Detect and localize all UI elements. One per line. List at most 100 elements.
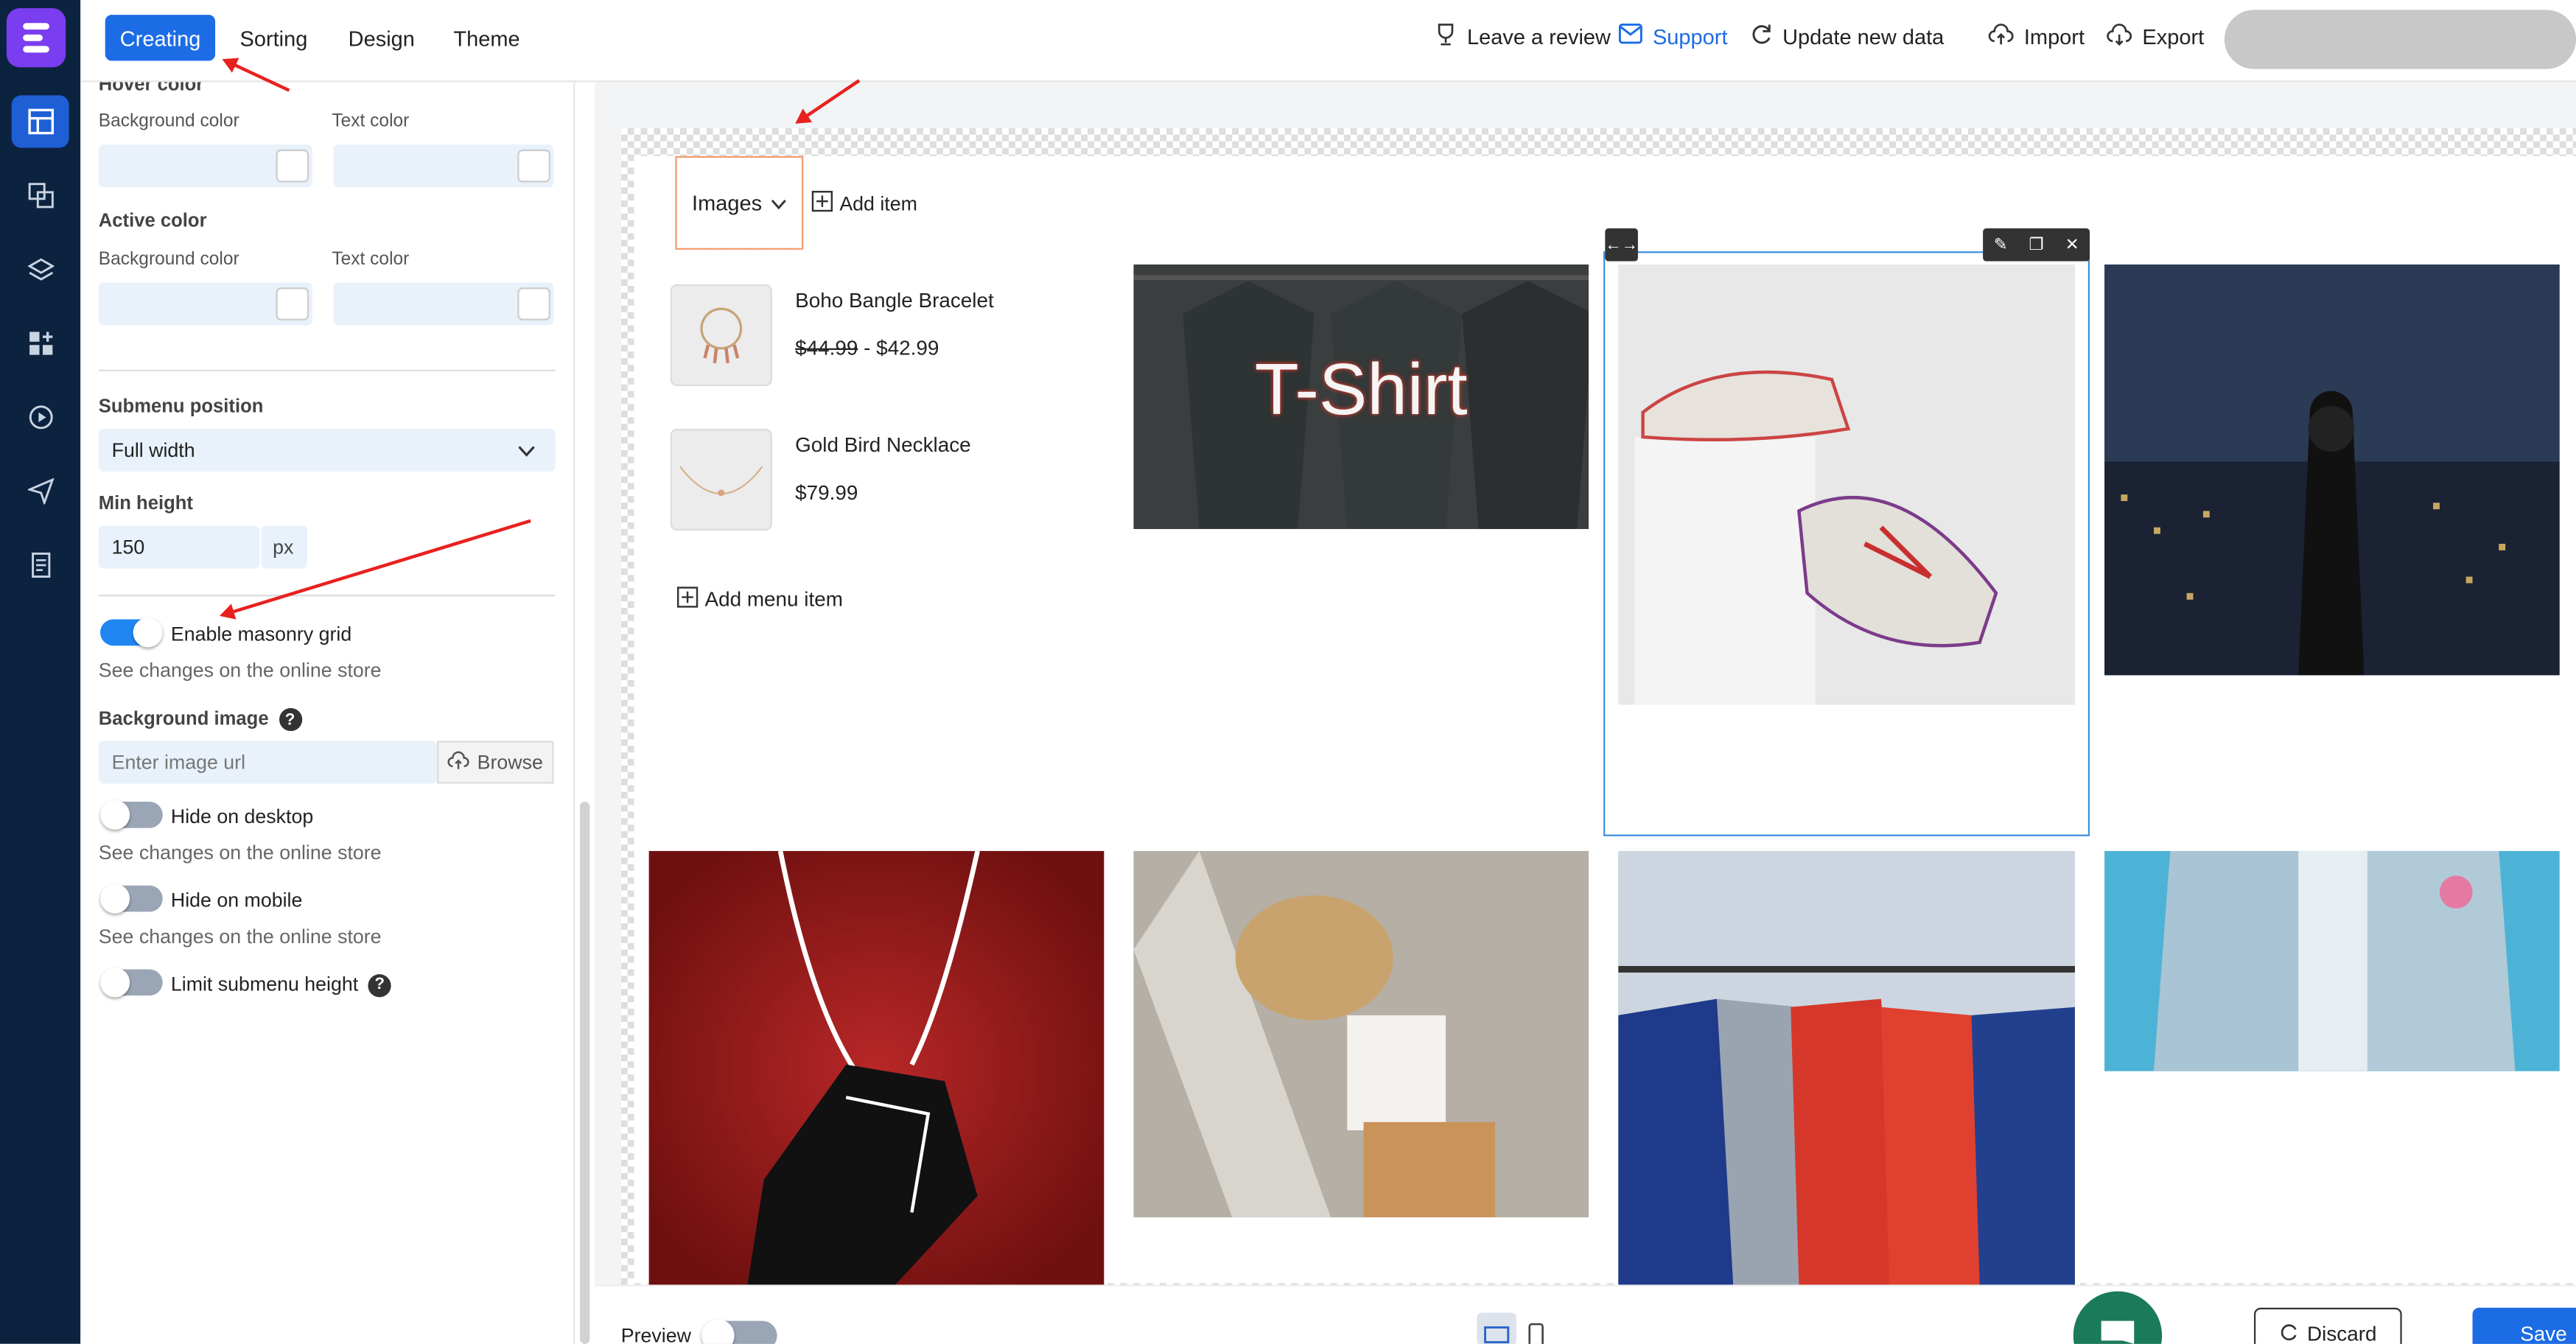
min-height-input[interactable]: 150 (98, 525, 260, 569)
import-link[interactable]: Import (1988, 23, 2085, 51)
toggle-knob (133, 617, 163, 648)
translate-icon[interactable] (12, 169, 69, 222)
cloud-upload-icon (1988, 23, 2015, 51)
play-icon[interactable] (12, 391, 69, 444)
product-thumb-necklace[interactable] (670, 428, 772, 531)
hide-mobile-toggle[interactable] (100, 883, 163, 914)
edit-pencil-icon[interactable]: ✎ (1994, 236, 2008, 254)
layers-icon[interactable] (12, 243, 69, 295)
update-data-label: Update new data (1782, 24, 1945, 49)
plus-square-icon (811, 190, 833, 217)
active-bg-label: Background color (98, 249, 239, 270)
product-thumb-bracelet[interactable] (670, 284, 772, 386)
leave-review-label: Leave a review (1467, 24, 1611, 49)
mobile-view-icon[interactable] (1526, 1321, 1546, 1344)
submenu-position-value: Full width (111, 438, 195, 462)
tab-theme[interactable]: Theme (438, 15, 534, 60)
menu-item-images[interactable]: Images (675, 155, 804, 250)
tab-creating[interactable]: Creating (105, 15, 216, 61)
hover-text-swatch[interactable] (517, 149, 550, 183)
desktop-view-icon[interactable] (1477, 1312, 1516, 1344)
chevron-down-icon (517, 441, 536, 463)
export-link[interactable]: Export (2106, 23, 2204, 51)
app-logo-icon (6, 8, 66, 68)
help-icon[interactable]: ? (368, 973, 391, 997)
refresh-icon (2279, 1322, 2299, 1344)
divider (98, 369, 556, 371)
hover-bg-color-field[interactable] (98, 144, 312, 188)
resize-handle-icon[interactable]: ←→ (1605, 228, 1638, 262)
image-url-input[interactable]: Enter image url (98, 741, 438, 784)
divider (98, 595, 556, 597)
support-link[interactable]: Support (1618, 23, 1728, 49)
add-menu-item-label: Add menu item (704, 588, 843, 612)
active-text-swatch[interactable] (517, 287, 550, 321)
product-price: $44.99 - $42.99 (795, 337, 939, 360)
hide-desktop-note: See changes on the online store (98, 841, 382, 864)
beach-hat-image[interactable] (1133, 850, 1589, 1218)
vans-shoe-image[interactable] (648, 850, 1105, 1285)
submenu-position-select[interactable]: Full width (98, 428, 556, 472)
denim-jacket-image[interactable] (2104, 850, 2560, 1071)
product-name[interactable]: Boho Bangle Bracelet (795, 289, 994, 312)
save-button[interactable]: Save (2472, 1307, 2576, 1344)
masonry-note: See changes on the online store (98, 659, 382, 682)
tab-design[interactable]: Design (334, 15, 430, 60)
close-icon[interactable]: ✕ (2065, 236, 2079, 254)
panel-scrollbar[interactable] (580, 802, 590, 1344)
tab-sorting[interactable]: Sorting (225, 15, 322, 60)
hover-text-label: Text color (332, 111, 410, 132)
duplicate-icon[interactable]: ❐ (2029, 236, 2044, 254)
browse-button[interactable]: Browse (437, 741, 554, 784)
help-icon[interactable]: ? (278, 707, 302, 732)
hover-bg-label: Background color (98, 111, 239, 132)
tshirt-overlay-text: T-Shirt (1254, 349, 1468, 431)
block-toolbar: ✎ ❐ ✕ (1983, 228, 2090, 262)
hide-mobile-note: See changes on the online store (98, 925, 382, 948)
hover-text-color-field[interactable] (333, 144, 554, 188)
tshirt-image[interactable]: T-Shirt (1133, 264, 1589, 529)
send-icon[interactable] (12, 465, 69, 517)
chat-widget-icon[interactable] (2073, 1291, 2163, 1344)
discard-label: Discard (2307, 1322, 2377, 1344)
update-data-link[interactable]: Update new data (1750, 23, 1945, 51)
left-rail (0, 0, 81, 1344)
limit-height-label: Limit submenu height? (171, 973, 391, 997)
browse-label: Browse (477, 750, 543, 774)
toggle-knob (100, 967, 130, 998)
add-menu-item-button[interactable]: Add menu item (676, 587, 843, 613)
product-name[interactable]: Gold Bird Necklace (795, 434, 971, 457)
layout-icon[interactable] (11, 95, 69, 148)
trophy-icon (1434, 23, 1457, 51)
submenu-position-label: Submenu position (98, 397, 264, 418)
discard-button[interactable]: Discard (2254, 1307, 2402, 1344)
chevron-down-icon (770, 191, 786, 215)
add-item-button[interactable]: Add item (811, 190, 917, 217)
product-price: $79.99 (795, 481, 858, 505)
document-icon[interactable] (12, 539, 69, 591)
masonry-grid-toggle[interactable] (100, 617, 163, 648)
city-night-image[interactable] (2104, 264, 2560, 676)
active-text-color-field[interactable] (333, 282, 554, 326)
plus-square-icon (676, 587, 699, 613)
masonry-grid-label: Enable masonry grid (170, 623, 352, 646)
add-block-icon[interactable] (12, 317, 69, 369)
coats-rack-image[interactable] (1618, 850, 2075, 1285)
min-height-unit: px (261, 525, 307, 569)
account-menu[interactable] (2224, 10, 2576, 69)
toggle-knob (701, 1319, 735, 1344)
hover-bg-swatch[interactable] (276, 149, 309, 183)
hide-desktop-toggle[interactable] (100, 799, 163, 830)
limit-height-toggle[interactable] (100, 967, 163, 998)
active-bg-swatch[interactable] (276, 287, 309, 321)
leave-review-link[interactable]: Leave a review (1434, 23, 1611, 51)
active-bg-color-field[interactable] (98, 282, 312, 326)
preview-toggle[interactable] (701, 1319, 777, 1344)
menu-item-label: Images (692, 190, 763, 216)
mail-icon (1618, 23, 1642, 49)
settings-panel: Hover color Background color Text color … (80, 82, 575, 1344)
selected-block-frame[interactable] (1603, 251, 2090, 836)
background-image-label: Background image? (99, 707, 302, 732)
hover-color-heading: Hover color (98, 82, 204, 96)
toggle-knob (100, 883, 130, 914)
